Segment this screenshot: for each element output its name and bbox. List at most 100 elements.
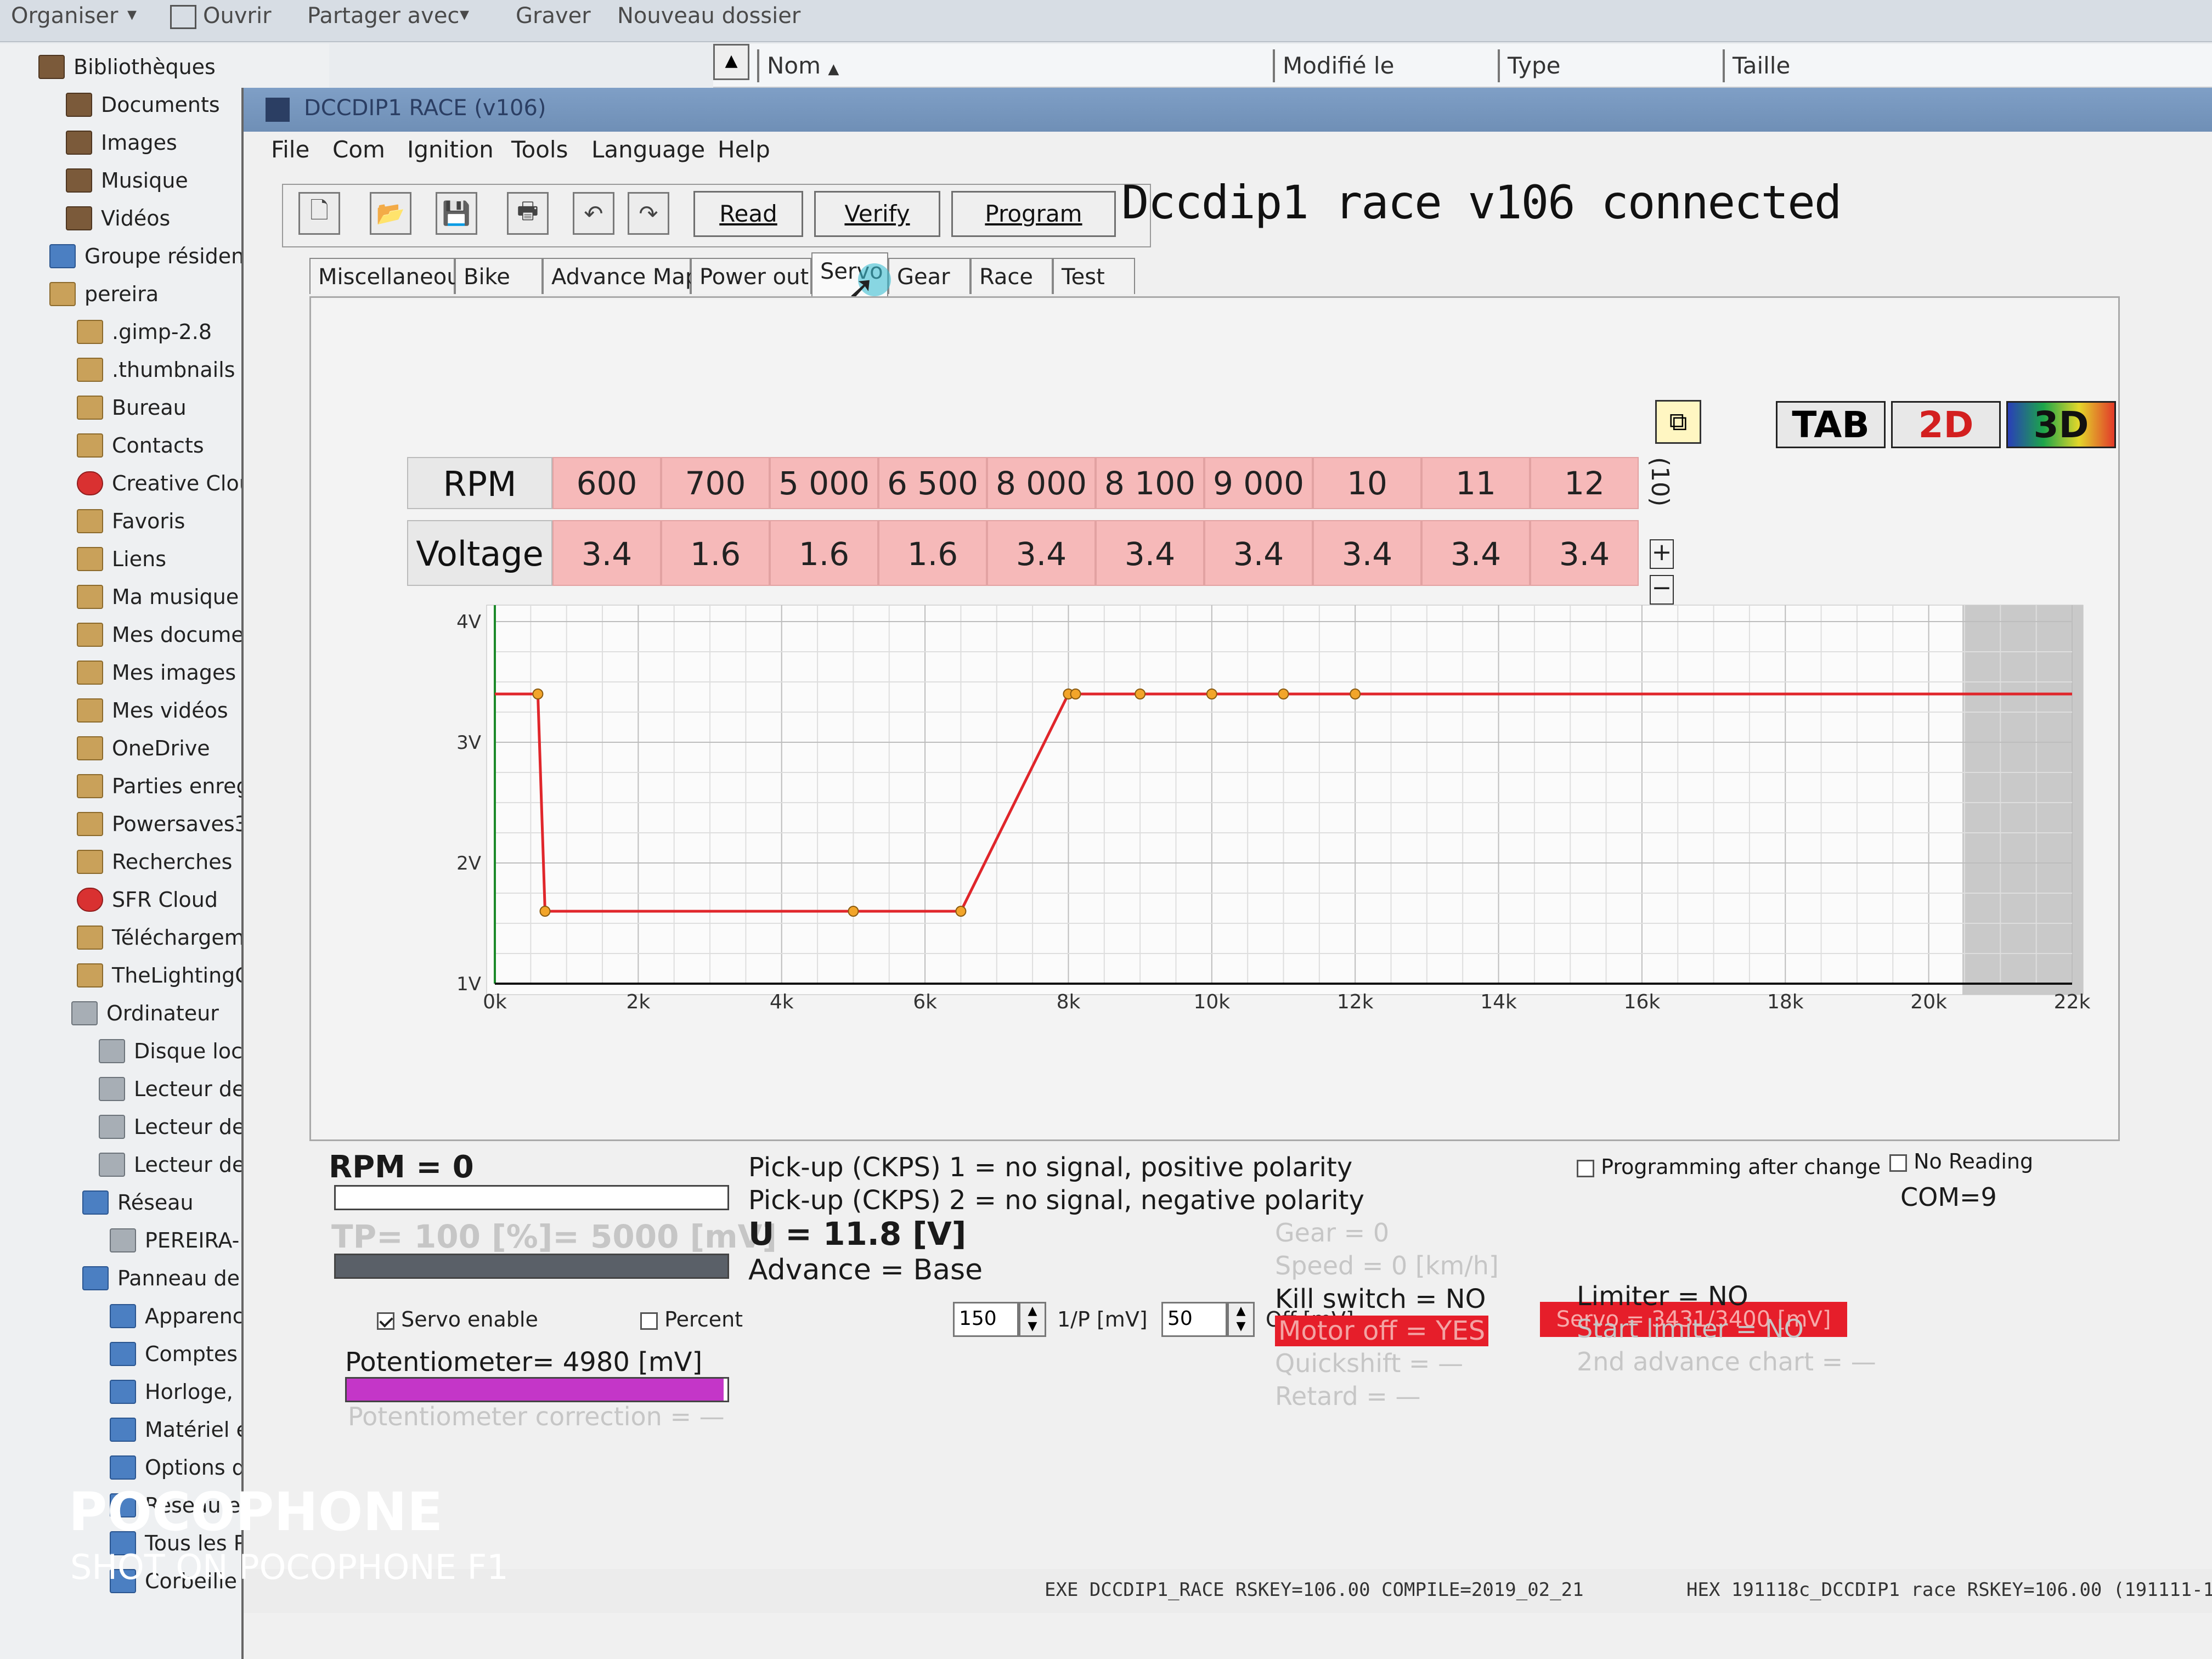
nav-item[interactable]: Mes vidéos: [77, 698, 228, 723]
nav-item[interactable]: Images: [66, 131, 177, 155]
one-p-spinner[interactable]: ▲ ▼: [1019, 1302, 1046, 1337]
tab-miscellaneous[interactable]: Miscellaneous: [309, 258, 472, 294]
nav-item[interactable]: Recherches: [77, 850, 232, 874]
servo-enable-checkbox[interactable]: Servo enable: [377, 1307, 538, 1331]
view-tab-button[interactable]: TAB: [1776, 401, 1886, 448]
nav-item[interactable]: pereira: [49, 282, 159, 306]
open-folder-icon[interactable]: 📂: [370, 192, 411, 235]
checkbox[interactable]: [640, 1312, 658, 1330]
nav-item[interactable]: Parties enregi: [77, 774, 255, 798]
voltage-cell[interactable]: 1.6: [661, 520, 770, 586]
view-3d-button[interactable]: 3D: [2006, 401, 2116, 448]
rpm-cell[interactable]: 8 000: [987, 457, 1096, 509]
data-point[interactable]: [532, 689, 544, 699]
nav-item[interactable]: Ma musique: [77, 585, 239, 609]
nav-item[interactable]: .thumbnails: [77, 358, 235, 382]
menu-help[interactable]: Help: [718, 136, 770, 163]
rpm-cell[interactable]: 6 500: [878, 457, 987, 509]
column-modified[interactable]: Modifié le: [1273, 49, 1491, 82]
nav-item[interactable]: Mes images: [77, 661, 236, 685]
voltage-cell[interactable]: 1.6: [878, 520, 987, 586]
menu-tools[interactable]: Tools: [511, 136, 568, 163]
nav-item[interactable]: Creative Clou: [77, 471, 252, 495]
off-input[interactable]: 50: [1161, 1302, 1227, 1337]
tab-race[interactable]: Race: [970, 258, 1053, 294]
nav-item[interactable]: Groupe résiden: [49, 244, 244, 268]
column-name[interactable]: Nom ▲: [757, 49, 1217, 82]
voltage-cell[interactable]: 3.4: [552, 520, 661, 586]
nav-item[interactable]: Contacts: [77, 433, 204, 458]
tab-advance-map[interactable]: Advance Map: [543, 258, 699, 294]
voltage-cell[interactable]: 3.4: [1313, 520, 1421, 586]
menu-ignition[interactable]: Ignition: [407, 136, 494, 163]
read-button[interactable]: Read: [693, 191, 803, 237]
undo-icon[interactable]: ↶: [573, 192, 614, 235]
nav-item[interactable]: Mes docume: [77, 623, 244, 647]
data-point[interactable]: [539, 906, 551, 917]
title-bar[interactable]: DCCDIP1 RACE (v106): [244, 88, 2212, 132]
nav-item[interactable]: Bureau: [77, 396, 187, 420]
scroll-up-icon[interactable]: ▲: [713, 44, 749, 80]
data-point[interactable]: [955, 906, 967, 917]
voltage-cell[interactable]: 3.4: [1096, 520, 1204, 586]
menu-com[interactable]: Com: [332, 136, 385, 163]
nav-item[interactable]: Favoris: [77, 509, 185, 533]
nav-item[interactable]: .gimp-2.8: [77, 320, 212, 344]
new-folder-button[interactable]: Nouveau dossier: [617, 3, 800, 29]
share-button[interactable]: Partager avec: [307, 3, 459, 29]
tab-bike[interactable]: Bike: [455, 258, 543, 294]
menu-language[interactable]: Language: [591, 136, 705, 163]
view-2d-button[interactable]: 2D: [1891, 401, 2001, 448]
data-point[interactable]: [1350, 689, 1361, 699]
rpm-cell[interactable]: 5 000: [770, 457, 878, 509]
rpm-cell[interactable]: 8 100: [1096, 457, 1204, 509]
column-size[interactable]: Taille: [1723, 49, 1875, 82]
no-reading-checkbox[interactable]: No Reading: [1889, 1149, 2033, 1173]
data-point[interactable]: [1278, 689, 1289, 699]
program-button[interactable]: Program: [951, 191, 1116, 237]
save-icon[interactable]: 💾: [436, 192, 477, 235]
one-p-input[interactable]: 150: [953, 1302, 1019, 1337]
data-point[interactable]: [848, 906, 859, 917]
verify-button[interactable]: Verify: [814, 191, 940, 237]
tab-gear[interactable]: Gear: [888, 258, 970, 294]
voltage-cell[interactable]: 3.4: [1530, 520, 1639, 586]
nav-item[interactable]: Musique: [66, 168, 188, 193]
programming-checkbox[interactable]: Programming after change: [1577, 1155, 1881, 1179]
off-spinner[interactable]: ▲ ▼: [1227, 1302, 1255, 1337]
nav-item[interactable]: Documents: [66, 93, 220, 117]
nav-item[interactable]: Liens: [77, 547, 166, 571]
nav-item[interactable]: Vidéos: [66, 206, 170, 230]
voltage-cell[interactable]: 3.4: [1421, 520, 1530, 586]
rpm-cell[interactable]: 700: [661, 457, 770, 509]
redo-icon[interactable]: ↷: [628, 192, 669, 235]
nav-item[interactable]: TheLightingC: [77, 963, 250, 988]
nav-item[interactable]: OneDrive: [77, 736, 210, 760]
tab-power-out[interactable]: Power out: [691, 258, 811, 294]
voltage-cell[interactable]: 3.4: [1204, 520, 1313, 586]
menu-file[interactable]: File: [271, 136, 309, 163]
nav-item[interactable]: Ordinateur: [71, 1001, 219, 1025]
servo-voltage-chart[interactable]: 0k 2k 4k 6k 8k 10k 12k 14k 16k 18k 20k 22k 1V 2V 3V 4V: [371, 583, 2127, 1022]
voltage-cell[interactable]: 3.4: [987, 520, 1096, 586]
add-column-button[interactable]: +: [1650, 539, 1674, 569]
percent-checkbox[interactable]: Percent: [640, 1307, 743, 1331]
tab-test[interactable]: Test: [1053, 258, 1135, 294]
rpm-cell[interactable]: 600: [552, 457, 661, 509]
data-point[interactable]: [1206, 689, 1217, 699]
copy-icon[interactable]: ⧉: [1655, 400, 1701, 444]
nav-item[interactable]: Réseau: [82, 1190, 194, 1215]
organize-button[interactable]: Organiser: [11, 3, 119, 29]
data-point[interactable]: [1135, 689, 1146, 699]
open-button[interactable]: Ouvrir: [170, 3, 272, 29]
burn-button[interactable]: Graver: [516, 3, 591, 29]
nav-item[interactable]: SFR Cloud: [77, 888, 218, 912]
print-icon[interactable]: 🖶: [507, 192, 549, 235]
nav-item[interactable]: Bibliothèques: [38, 55, 216, 79]
data-point[interactable]: [1070, 689, 1081, 699]
rpm-cell[interactable]: 10 000: [1313, 457, 1421, 552]
checkbox[interactable]: [1577, 1159, 1594, 1177]
rpm-cell[interactable]: 9 000: [1204, 457, 1313, 509]
rpm-cell[interactable]: 11 000: [1421, 457, 1530, 552]
nav-item[interactable]: Powersaves3D: [77, 812, 264, 836]
